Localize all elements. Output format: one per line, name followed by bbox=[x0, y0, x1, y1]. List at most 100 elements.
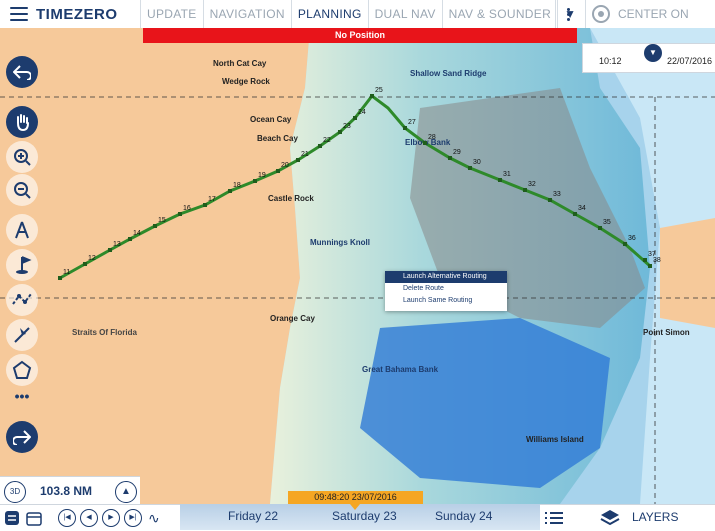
compass-tool[interactable] bbox=[6, 214, 38, 246]
waypoint-label: 30 bbox=[473, 159, 481, 166]
route-waypoint[interactable] bbox=[498, 178, 502, 182]
route-waypoint[interactable] bbox=[128, 237, 132, 241]
route-waypoint[interactable] bbox=[353, 116, 357, 120]
cursor-route-icon bbox=[14, 327, 30, 343]
date-readout: 22/07/2016 bbox=[667, 56, 713, 66]
route-waypoint[interactable] bbox=[598, 226, 602, 230]
distance-panel: 3D 103.8 NM ▲ bbox=[0, 476, 140, 505]
route-tool[interactable] bbox=[6, 284, 38, 316]
route-waypoint[interactable] bbox=[648, 264, 652, 268]
time-readout: 10:12 bbox=[599, 56, 622, 66]
chart-map[interactable]: North Cat Cay Wedge Rock Shallow Sand Ri… bbox=[0, 28, 715, 504]
mark-tool[interactable] bbox=[6, 249, 38, 281]
waypoint-label: 20 bbox=[281, 162, 289, 169]
layers-button[interactable]: LAYERS bbox=[596, 504, 715, 530]
day-friday: Friday 22 bbox=[228, 509, 279, 523]
center-on-label: CENTER ON bbox=[618, 7, 689, 21]
route-context-menu: Launch Alternative Routing Delete Route … bbox=[385, 271, 507, 311]
tab-dual-nav[interactable]: DUAL NAV bbox=[367, 0, 442, 28]
waypoint-label: 12 bbox=[88, 255, 96, 262]
zoom-in-icon bbox=[14, 149, 31, 166]
measure-tool[interactable] bbox=[6, 319, 38, 351]
waypoint-label: 15 bbox=[158, 217, 166, 224]
zoom-out-icon bbox=[14, 182, 31, 199]
route-waypoint[interactable] bbox=[228, 189, 232, 193]
menu-item-delete-route[interactable]: Delete Route bbox=[385, 283, 507, 295]
tab-update[interactable]: UPDATE bbox=[140, 0, 203, 28]
route-waypoint[interactable] bbox=[573, 212, 577, 216]
app-logo[interactable]: TIMEZERO bbox=[10, 0, 118, 28]
waypoint-label: 13 bbox=[113, 241, 121, 248]
route-distance: 103.8 NM bbox=[40, 484, 93, 498]
3d-toggle-button[interactable]: 3D bbox=[4, 481, 26, 503]
route-waypoint[interactable] bbox=[296, 158, 300, 162]
route-waypoint[interactable] bbox=[318, 144, 322, 148]
play-icon[interactable]: ▶ bbox=[102, 509, 120, 527]
area-tool[interactable] bbox=[6, 354, 38, 386]
route-waypoint[interactable] bbox=[83, 262, 87, 266]
top-toolbar: TIMEZERO UPDATE NAVIGATION PLANNING DUAL… bbox=[0, 0, 715, 29]
menu-icon[interactable] bbox=[10, 7, 28, 21]
skip-to-end-icon[interactable]: ▶| bbox=[124, 509, 142, 527]
route-waypoint[interactable] bbox=[178, 212, 182, 216]
center-on-button[interactable]: CENTER ON bbox=[585, 0, 689, 28]
menu-item-launch-same-routing[interactable]: Launch Same Routing bbox=[385, 295, 507, 307]
waypoint-label: 28 bbox=[428, 134, 436, 141]
waypoint-label: 11 bbox=[63, 269, 70, 276]
tab-planning[interactable]: PLANNING bbox=[290, 0, 368, 28]
route-waypoint[interactable] bbox=[523, 188, 527, 192]
waypoint-label: 16 bbox=[183, 205, 191, 212]
north-up-icon[interactable]: ▲ bbox=[115, 481, 137, 503]
menu-item-launch-alternative-routing[interactable]: Launch Alternative Routing bbox=[385, 271, 507, 283]
pan-tool[interactable] bbox=[6, 106, 38, 138]
compass-icon bbox=[15, 221, 29, 239]
list-view-icon[interactable] bbox=[544, 509, 564, 527]
waypoint-label: 27 bbox=[408, 119, 416, 126]
timeline-cursor[interactable] bbox=[350, 504, 360, 510]
waypoint-label: 18 bbox=[233, 182, 241, 189]
route-waypoint[interactable] bbox=[623, 242, 627, 246]
route-waypoint[interactable] bbox=[468, 166, 472, 170]
place-shallow-sand-ridge: Shallow Sand Ridge bbox=[410, 69, 487, 78]
waypoint-label: 33 bbox=[553, 191, 561, 198]
more-tools-icon[interactable]: ••• bbox=[6, 386, 38, 406]
route-waypoint[interactable] bbox=[448, 156, 452, 160]
route-waypoint[interactable] bbox=[423, 141, 427, 145]
no-position-banner: No Position bbox=[143, 28, 577, 43]
zoom-in-button[interactable] bbox=[6, 141, 38, 173]
grid-toggle-icon[interactable] bbox=[4, 509, 20, 527]
route-waypoint[interactable] bbox=[253, 179, 257, 183]
zoom-out-button[interactable] bbox=[6, 174, 38, 206]
tab-nav-sounder[interactable]: NAV & SOUNDER bbox=[441, 0, 557, 28]
skip-to-start-icon[interactable]: |◀ bbox=[58, 509, 76, 527]
route-waypoint[interactable] bbox=[548, 198, 552, 202]
tab-navigation[interactable]: NAVIGATION bbox=[202, 0, 291, 28]
forward-button[interactable] bbox=[6, 421, 38, 453]
route-waypoint[interactable] bbox=[403, 126, 407, 130]
place-castle-rock: Castle Rock bbox=[268, 194, 314, 203]
calendar-icon[interactable] bbox=[26, 509, 42, 527]
chevron-down-icon[interactable]: ▼ bbox=[644, 44, 662, 62]
place-williams-island: Williams Island bbox=[526, 435, 584, 444]
timeline-slider[interactable]: Friday 22 Saturday 23 Sunday 24 bbox=[180, 504, 540, 530]
waypoint-label: 14 bbox=[133, 230, 141, 237]
route-waypoint[interactable] bbox=[58, 276, 62, 280]
map-canvas: North Cat Cay Wedge Rock Shallow Sand Ri… bbox=[0, 28, 715, 504]
route-waypoint[interactable] bbox=[338, 130, 342, 134]
route-waypoint[interactable] bbox=[153, 224, 157, 228]
waypoint-marker-icon bbox=[16, 256, 32, 274]
waypoint-label: 36 bbox=[628, 235, 636, 242]
route-waypoint[interactable] bbox=[643, 258, 647, 262]
route-waypoint[interactable] bbox=[203, 203, 207, 207]
place-orange-cay: Orange Cay bbox=[270, 314, 315, 323]
waypoint-label: 29 bbox=[453, 149, 461, 156]
back-button[interactable] bbox=[6, 56, 38, 88]
route-waypoint[interactable] bbox=[276, 169, 280, 173]
route-waypoint[interactable] bbox=[108, 248, 112, 252]
route-waypoint[interactable] bbox=[370, 94, 374, 98]
more-options-icon[interactable] bbox=[555, 0, 580, 28]
workspace-tabs: UPDATE NAVIGATION PLANNING DUAL NAV NAV … bbox=[140, 0, 582, 28]
animation-speed-icon[interactable]: ∿ bbox=[148, 509, 160, 527]
layers-icon bbox=[600, 510, 620, 526]
step-back-icon[interactable]: ◀ bbox=[80, 509, 98, 527]
